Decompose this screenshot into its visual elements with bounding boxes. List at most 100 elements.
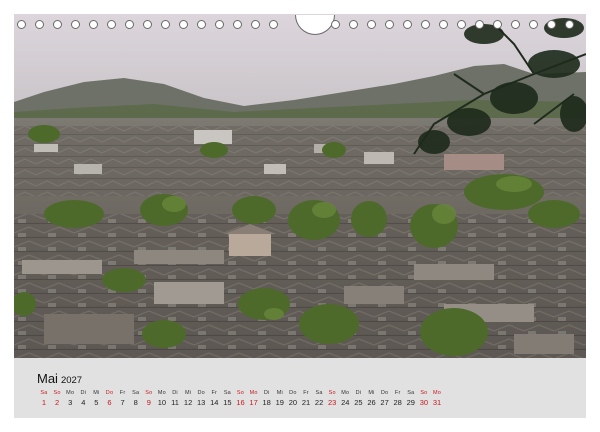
day-number: 8 (133, 398, 138, 407)
day-name: Do (105, 390, 114, 396)
day-name: Do (380, 390, 389, 396)
day-name: Do (289, 390, 297, 396)
day-cell: Do 27 (378, 390, 392, 408)
day-number: 5 (94, 398, 99, 407)
day-name: Mo (341, 390, 350, 396)
day-name: Mi (368, 390, 375, 396)
day-cell: Mo 17 (247, 390, 261, 408)
day-name: Mo (249, 390, 258, 396)
day-name: Sa (407, 390, 415, 396)
day-number: 24 (341, 398, 350, 407)
day-name: Mi (184, 390, 192, 396)
year-label: 2027 (60, 375, 83, 386)
day-name: Mi (276, 390, 283, 396)
day-number: 25 (354, 398, 363, 407)
day-name: Fr (394, 390, 401, 396)
day-cell: So 2 (50, 390, 64, 408)
day-cell: Di 11 (168, 390, 182, 408)
day-name: Sa (315, 390, 323, 396)
day-number: 13 (197, 398, 206, 407)
calendar-page: Mai 2027 Sa 1 So 2 Mo 3 Di 4 Mi 5 Do 6 Fr 7 Sa 8 So 9 Mo 10 D… (0, 0, 600, 432)
calendar-bar: Mai 2027 Sa 1 So 2 Mo 3 Di 4 Mi 5 Do 6 Fr 7 Sa 8 So 9 Mo 10 D… (14, 358, 586, 418)
day-cell: Fr 21 (299, 390, 313, 408)
day-cell: Mo 10 (155, 390, 169, 408)
day-number: 6 (107, 398, 112, 407)
day-name: Mi (93, 390, 100, 396)
day-name: So (53, 390, 61, 396)
day-number: 4 (81, 398, 86, 407)
day-number: 26 (367, 398, 376, 407)
day-number: 18 (262, 398, 271, 407)
day-number: 20 (288, 398, 298, 407)
day-number: 22 (314, 398, 324, 407)
day-name: Di (80, 390, 87, 396)
day-number: 3 (68, 398, 73, 407)
day-number: 14 (210, 398, 219, 407)
day-cell: Do 13 (194, 390, 208, 408)
day-cell: Mi 5 (89, 390, 103, 408)
day-cell: Sa 15 (220, 390, 234, 408)
day-number: 16 (236, 398, 245, 407)
day-cell: Mi 26 (365, 390, 379, 408)
day-number: 28 (393, 398, 402, 407)
day-name: So (328, 390, 336, 396)
day-number: 1 (41, 398, 47, 407)
day-cell: Mo 3 (63, 390, 77, 408)
day-cell: Mi 19 (273, 390, 287, 408)
day-cell: So 30 (417, 390, 431, 408)
hanger-hook (295, 15, 335, 35)
day-number: 27 (380, 398, 389, 407)
day-name: Mo (157, 390, 166, 396)
day-name: Mo (432, 390, 442, 396)
day-cell: Sa 1 (37, 390, 51, 408)
day-name: Do (197, 390, 205, 396)
day-cell: Mi 12 (181, 390, 195, 408)
day-cell: Di 25 (351, 390, 365, 408)
day-cell: Sa 8 (129, 390, 143, 408)
day-name: Fr (211, 390, 218, 396)
day-cell: Sa 29 (404, 390, 418, 408)
day-name: Fr (303, 390, 309, 396)
photo-village-rooftops (14, 14, 586, 358)
day-name: Sa (132, 390, 140, 396)
day-name: So (145, 390, 153, 396)
day-number: 12 (183, 398, 193, 407)
day-cell: Mo 24 (338, 390, 352, 408)
month-name: Mai (37, 371, 58, 386)
day-name: Mo (66, 390, 75, 396)
day-number: 23 (328, 398, 337, 407)
day-number: 21 (301, 398, 311, 407)
day-cell: Mo 31 (430, 390, 444, 408)
day-number: 19 (275, 398, 284, 407)
day-number: 7 (120, 398, 125, 407)
day-name: Sa (223, 390, 231, 396)
day-name: Di (263, 390, 270, 396)
day-cell: So 23 (325, 390, 339, 408)
day-name: Sa (40, 390, 48, 396)
day-number: 2 (55, 398, 60, 407)
day-number: 17 (249, 398, 258, 407)
day-number: 15 (223, 398, 232, 407)
day-cell: Di 18 (260, 390, 274, 408)
day-cell: Do 20 (286, 390, 300, 408)
day-cell: Fr 14 (207, 390, 221, 408)
day-name: Di (355, 390, 362, 396)
day-name: Fr (119, 390, 126, 396)
day-cell: Do 6 (103, 390, 117, 408)
day-cell: So 9 (142, 390, 156, 408)
day-number: 9 (146, 398, 151, 407)
day-number: 31 (432, 398, 442, 407)
day-cell: Fr 28 (391, 390, 405, 408)
day-name: Di (172, 390, 178, 396)
day-cell: Di 4 (76, 390, 90, 408)
day-number: 30 (419, 398, 429, 407)
day-number: 29 (406, 398, 415, 407)
binding-holes (14, 14, 586, 36)
month-title: Mai 2027 (37, 371, 82, 386)
day-cell: So 16 (234, 390, 248, 408)
day-name: So (420, 390, 428, 396)
day-number: 10 (157, 398, 167, 407)
day-strip: Sa 1 So 2 Mo 3 Di 4 Mi 5 Do 6 Fr 7 Sa 8 So 9 Mo 10 Di 11 Mi 12 D… (37, 390, 457, 410)
day-cell: Fr 7 (116, 390, 130, 408)
day-cell: Sa 22 (312, 390, 326, 408)
